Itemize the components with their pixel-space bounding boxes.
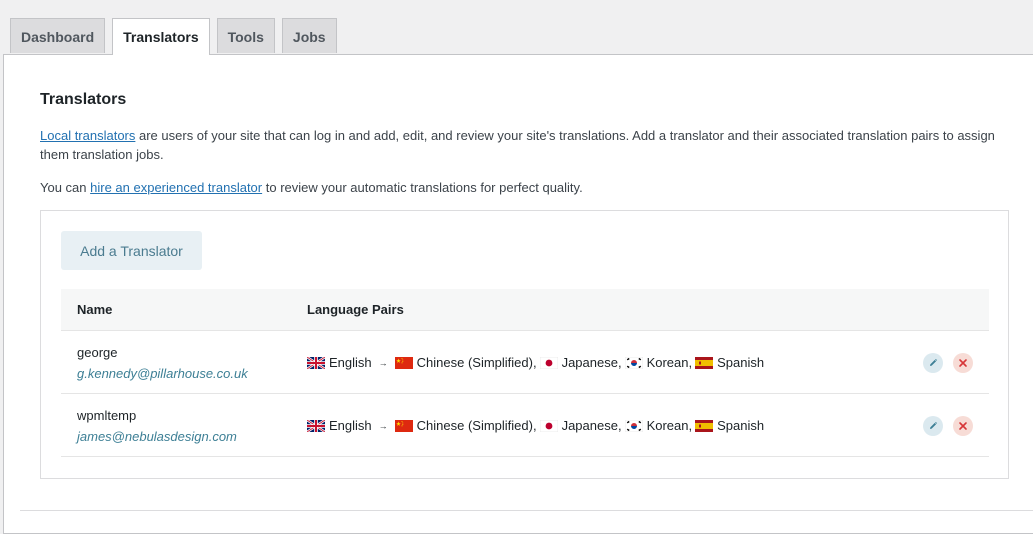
translator-email: g.kennedy@pillarhouse.co.uk bbox=[77, 366, 248, 381]
pencil-icon bbox=[928, 421, 938, 431]
target-language: Chinese (Simplified), bbox=[416, 355, 537, 370]
arrow-icon: → bbox=[378, 420, 388, 431]
korea-flag bbox=[624, 419, 643, 432]
section-title: Translators bbox=[40, 91, 127, 108]
hire-translator-link[interactable]: hire an experienced translator bbox=[90, 180, 262, 195]
japan-flag bbox=[539, 356, 558, 369]
target-language: Japanese, bbox=[561, 355, 622, 370]
target-language: Spanish bbox=[717, 355, 765, 370]
uk-flag bbox=[306, 355, 326, 370]
hire-paragraph: You can hire an experienced translator t… bbox=[40, 178, 1000, 197]
hire-prefix: You can bbox=[40, 180, 91, 195]
pencil-icon bbox=[928, 358, 938, 368]
translators-box: Add a Translator Name Language Pairs geo… bbox=[40, 210, 1009, 479]
divider bbox=[20, 510, 1033, 511]
local-translators-link[interactable]: Local translators bbox=[40, 128, 135, 143]
target-language: Korean, bbox=[646, 418, 693, 433]
language-pairs: English → Chinese (Simplified), Japanese, Ko… bbox=[306, 418, 767, 433]
source-language: English bbox=[329, 418, 372, 433]
language-pairs: English → Chinese (Simplified), Japanese, Ko… bbox=[306, 355, 767, 370]
translators-panel: Translators Local translators are users … bbox=[3, 54, 1033, 534]
table-header: Name Language Pairs bbox=[61, 289, 989, 331]
table-row: wpmltemp james@nebulasdesign.com English → C… bbox=[61, 394, 989, 457]
tab-tools[interactable]: Tools bbox=[216, 18, 275, 53]
target-language: Japanese, bbox=[561, 418, 622, 433]
target-language: Chinese (Simplified), bbox=[416, 418, 537, 433]
hire-suffix: to review your automatic translations fo… bbox=[262, 180, 583, 195]
target-language: Spanish bbox=[717, 418, 765, 433]
tab-translators[interactable]: Translators bbox=[112, 18, 210, 55]
tab-jobs[interactable]: Jobs bbox=[281, 18, 337, 53]
edit-translator-button[interactable] bbox=[923, 416, 943, 436]
spain-flag bbox=[695, 356, 714, 369]
column-name: Name bbox=[77, 302, 113, 317]
edit-translator-button[interactable] bbox=[923, 353, 943, 373]
close-icon bbox=[958, 358, 968, 368]
japan-flag bbox=[539, 419, 558, 432]
spain-flag bbox=[695, 419, 714, 432]
table-row: george g.kennedy@pillarhouse.co.uk English… bbox=[61, 331, 989, 394]
uk-flag bbox=[306, 418, 326, 433]
source-language: English bbox=[329, 355, 372, 370]
korea-flag bbox=[624, 356, 643, 369]
china-flag bbox=[394, 356, 413, 369]
target-language: Korean, bbox=[646, 355, 693, 370]
translator-name: george bbox=[77, 345, 118, 360]
add-translator-button[interactable]: Add a Translator bbox=[61, 231, 202, 270]
delete-translator-button[interactable] bbox=[953, 353, 973, 373]
translator-name: wpmltemp bbox=[77, 408, 137, 423]
china-flag bbox=[394, 419, 413, 432]
intro-paragraph: Local translators are users of your site… bbox=[40, 126, 1000, 164]
translator-email: james@nebulasdesign.com bbox=[77, 429, 237, 444]
arrow-icon: → bbox=[378, 357, 388, 368]
tab-dashboard[interactable]: Dashboard bbox=[10, 18, 106, 53]
close-icon bbox=[958, 421, 968, 431]
intro-text: are users of your site that can log in a… bbox=[40, 128, 995, 162]
tab-bar: Dashboard Translators Tools Jobs bbox=[10, 18, 337, 55]
column-language-pairs: Language Pairs bbox=[307, 302, 404, 317]
delete-translator-button[interactable] bbox=[953, 416, 973, 436]
